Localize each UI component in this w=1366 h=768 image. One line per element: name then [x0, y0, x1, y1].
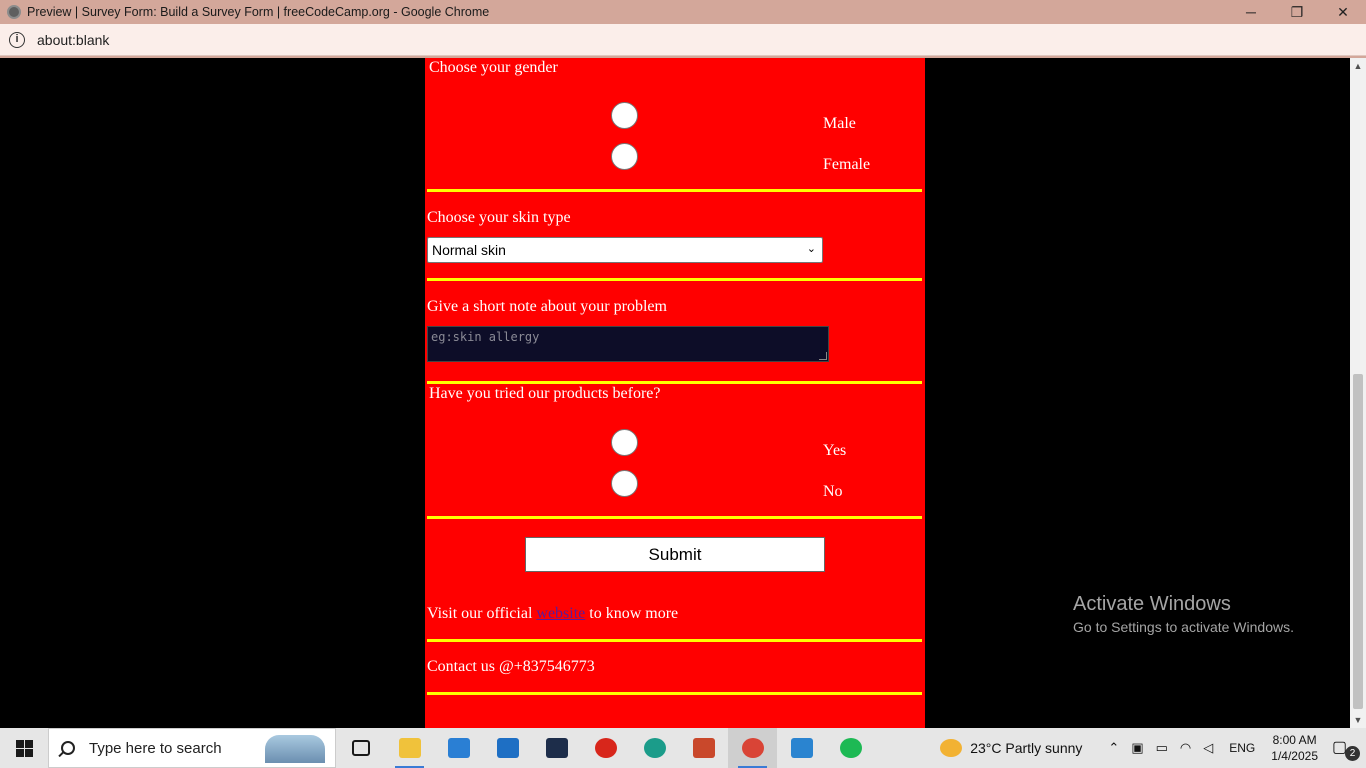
- section-divider: [427, 381, 922, 384]
- activate-windows-watermark: Activate Windows Go to Settings to activ…: [1073, 593, 1294, 635]
- terminal-app-icon: [545, 738, 568, 758]
- note-label: Give a short note about your problem: [427, 298, 667, 315]
- taskbar-edge-button[interactable]: [630, 728, 679, 768]
- language-indicator[interactable]: ENG: [1229, 741, 1255, 755]
- chrome-logo-icon: [7, 5, 21, 19]
- taskbar-powerpoint-button[interactable]: [679, 728, 728, 768]
- taskbar-mail-button[interactable]: [483, 728, 532, 768]
- website-link[interactable]: website: [536, 605, 585, 622]
- taskbar-spotify-button[interactable]: [826, 728, 875, 768]
- windows-logo-icon: [15, 739, 33, 757]
- weather-widget[interactable]: 23°C Partly sunny: [940, 739, 1082, 757]
- search-icon: [61, 741, 75, 755]
- scroll-up-icon[interactable]: ▲: [1350, 58, 1366, 74]
- pinned-apps: [336, 728, 875, 768]
- gender-female-label: Female: [823, 156, 871, 173]
- tried-products-label: Have you tried our products before?: [429, 385, 661, 402]
- clock[interactable]: 8:00 AM 1/4/2025: [1271, 732, 1318, 764]
- notification-count-badge: 2: [1345, 746, 1360, 761]
- skin-type-select[interactable]: Normal skin ⌄: [427, 237, 823, 263]
- file-explorer-icon: [398, 738, 421, 758]
- watermark-subtitle: Go to Settings to activate Windows.: [1073, 619, 1294, 635]
- survey-form: Choose your gender Male Female Choose yo…: [425, 58, 925, 728]
- taskbar: Type here to search 23°C Partly sunny ⌃ …: [0, 728, 1366, 768]
- vscode-icon: [790, 738, 813, 758]
- restore-button[interactable]: ❐: [1274, 0, 1320, 24]
- taskbar-file-explorer-button[interactable]: [385, 728, 434, 768]
- skin-type-label: Choose your skin type: [427, 209, 571, 226]
- tried-yes-radio[interactable]: [611, 429, 638, 456]
- chevron-down-icon: ⌄: [806, 243, 816, 255]
- section-divider: [427, 692, 922, 695]
- note-textarea[interactable]: eg:skin allergy: [427, 326, 829, 362]
- notification-center-icon[interactable]: ▢ 2: [1332, 737, 1360, 761]
- url-field[interactable]: about:blank: [37, 32, 109, 48]
- visit-suffix: to know more: [585, 605, 679, 622]
- taskbar-microsoft-store-button[interactable]: [434, 728, 483, 768]
- gender-male-radio[interactable]: [611, 102, 638, 129]
- chrome-icon: [741, 738, 764, 758]
- contact-text: Contact us @+837546773: [427, 658, 595, 675]
- gender-female-radio[interactable]: [611, 143, 638, 170]
- task-view-icon: [351, 740, 370, 756]
- battery-icon[interactable]: ▭: [1156, 740, 1168, 756]
- clock-date: 1/4/2025: [1271, 749, 1318, 763]
- taskbar-terminal-app-button[interactable]: [532, 728, 581, 768]
- tried-no-radio[interactable]: [611, 470, 638, 497]
- vertical-scrollbar[interactable]: ▲ ▼: [1350, 58, 1366, 728]
- start-button[interactable]: [0, 728, 48, 768]
- title-bar: Preview | Survey Form: Build a Survey Fo…: [0, 0, 1366, 24]
- clock-time: 8:00 AM: [1272, 733, 1317, 747]
- visit-prefix: Visit our official: [427, 605, 537, 622]
- window-controls: ─ ❐ ✕: [1228, 0, 1366, 24]
- gender-question-label: Choose your gender: [429, 59, 558, 76]
- window-title: Preview | Survey Form: Build a Survey Fo…: [27, 5, 490, 19]
- taskbar-task-view-button[interactable]: [336, 728, 385, 768]
- site-info-icon[interactable]: i: [9, 31, 25, 48]
- close-button[interactable]: ✕: [1320, 0, 1366, 24]
- spotify-icon: [839, 738, 862, 758]
- scroll-down-icon[interactable]: ▼: [1350, 712, 1366, 728]
- watermark-title: Activate Windows: [1073, 593, 1231, 615]
- section-divider: [427, 516, 922, 519]
- tried-no-label: No: [823, 483, 843, 500]
- chevron-up-icon[interactable]: ⌃: [1108, 740, 1119, 756]
- taskbar-vscode-button[interactable]: [777, 728, 826, 768]
- skin-type-selected-value: Normal skin: [432, 242, 506, 258]
- wifi-icon[interactable]: ◠: [1180, 740, 1191, 756]
- search-placeholder: Type here to search: [89, 739, 222, 757]
- note-placeholder: eg:skin allergy: [431, 330, 540, 344]
- powerpoint-icon: [692, 738, 715, 758]
- volume-icon[interactable]: ◁: [1203, 740, 1213, 756]
- record-app-icon: [594, 738, 617, 758]
- visit-text: Visit our official website to know more: [427, 605, 678, 623]
- resize-grip-icon[interactable]: [819, 352, 827, 360]
- microsoft-store-icon: [447, 738, 470, 758]
- weather-partly-sunny-icon: [940, 739, 963, 757]
- gender-male-label: Male: [823, 115, 856, 132]
- meet-now-icon[interactable]: ▣: [1131, 740, 1143, 756]
- system-tray: 23°C Partly sunny ⌃ ▣ ▭ ◠ ◁ ENG 8:00 AM …: [940, 728, 1366, 768]
- search-highlight-image: [265, 735, 325, 763]
- edge-icon: [643, 738, 666, 758]
- taskbar-record-app-button[interactable]: [581, 728, 630, 768]
- taskbar-search-box[interactable]: Type here to search: [48, 728, 336, 768]
- taskbar-chrome-button[interactable]: [728, 728, 777, 768]
- section-divider: [427, 189, 922, 192]
- section-divider: [427, 639, 922, 642]
- weather-text: 23°C Partly sunny: [970, 740, 1083, 756]
- submit-button[interactable]: Submit: [525, 537, 825, 572]
- minimize-button[interactable]: ─: [1228, 0, 1274, 24]
- section-divider: [427, 278, 922, 281]
- scrollbar-thumb[interactable]: [1353, 374, 1363, 709]
- address-bar: i about:blank: [0, 24, 1366, 56]
- mail-icon: [496, 738, 519, 758]
- tried-yes-label: Yes: [823, 442, 847, 459]
